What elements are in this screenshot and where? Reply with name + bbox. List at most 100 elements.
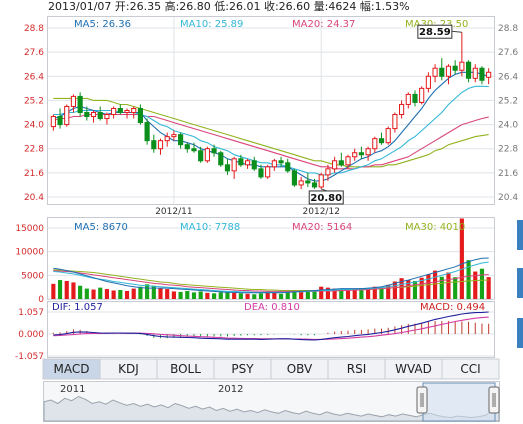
candle-body xyxy=(332,160,338,170)
price-ytick-right: 20.4 xyxy=(498,193,518,203)
volume-bar xyxy=(171,291,176,299)
tab-label: RSI xyxy=(347,362,367,376)
tab-label: CCI xyxy=(460,362,480,376)
candle-body xyxy=(238,158,244,166)
candle-body xyxy=(399,103,405,116)
candle-body xyxy=(218,152,224,166)
candle-body xyxy=(244,160,251,166)
volume-bar xyxy=(118,290,123,299)
candle-body xyxy=(251,160,257,170)
candle-body xyxy=(439,67,445,77)
vol-ytick: 5000 xyxy=(21,271,44,281)
volume-bar xyxy=(232,292,237,299)
volume-bar xyxy=(205,292,210,299)
candle-body xyxy=(151,140,157,150)
price-xtick: 2012/12 xyxy=(303,207,340,217)
candle-body xyxy=(452,65,458,71)
candle-body xyxy=(124,109,130,114)
volume-bar xyxy=(78,285,83,299)
volume-bar xyxy=(379,288,384,299)
volume-bar xyxy=(299,291,304,299)
candle-body xyxy=(278,160,284,164)
volume-bar xyxy=(104,289,110,299)
volume-bar xyxy=(131,288,136,299)
macd-ytick: -1.057 xyxy=(15,352,44,362)
candle-body xyxy=(90,112,97,118)
volume-bar xyxy=(265,292,270,299)
volume-bar xyxy=(185,290,190,299)
price-ytick-left: 22.8 xyxy=(24,145,44,155)
candle-body xyxy=(432,67,438,77)
candle-body xyxy=(445,65,452,77)
tab-label: OBV xyxy=(287,362,313,376)
candle-body xyxy=(486,71,492,78)
macd-legend: DEA: 0.810 xyxy=(244,302,300,313)
candle-body xyxy=(204,148,210,162)
price-ma-legend: MA5: 26.36 xyxy=(74,19,131,30)
candle-body xyxy=(365,148,371,156)
navigator-year-label: 2012 xyxy=(218,384,243,395)
candle-body xyxy=(472,67,478,79)
side-panel-handle-3[interactable] xyxy=(517,318,523,348)
volume-bar xyxy=(412,281,418,299)
navigator-handle-right[interactable] xyxy=(488,386,500,414)
candle-body xyxy=(405,93,411,105)
volume-bar xyxy=(145,284,150,299)
candle-body xyxy=(378,138,385,144)
volume-bar xyxy=(178,291,183,299)
candle-body xyxy=(157,140,164,150)
candle-body xyxy=(385,128,391,144)
price-ytick-left: 25.2 xyxy=(24,96,44,106)
volume-bar xyxy=(158,288,163,299)
price-ytick-left: 24.0 xyxy=(24,121,44,131)
navigator-year-label: 2011 xyxy=(60,384,85,395)
volume-bar xyxy=(453,277,458,299)
volume-bar xyxy=(245,293,250,299)
price-ytick-right: 26.4 xyxy=(498,72,518,82)
volume-bar xyxy=(218,292,223,299)
candle-body xyxy=(131,107,137,113)
candle-body xyxy=(104,114,110,120)
volume-bar xyxy=(98,287,103,299)
candle-body xyxy=(311,182,318,188)
volume-bar xyxy=(211,293,217,299)
volume-bar xyxy=(111,290,116,299)
price-ytick-left: 26.4 xyxy=(24,72,44,82)
candle-body xyxy=(358,152,364,156)
candle-body xyxy=(184,144,190,150)
side-panel-handle[interactable] xyxy=(517,220,523,250)
candle-body xyxy=(345,156,351,166)
price-ytick-right: 21.6 xyxy=(498,169,518,179)
volume-bar xyxy=(272,292,277,299)
candle-body xyxy=(479,67,485,81)
vol-ma-legend: MA20: 5164 xyxy=(292,222,352,233)
candle-body xyxy=(231,158,237,172)
price-ytick-right: 28.8 xyxy=(498,24,518,34)
navigator-window[interactable] xyxy=(422,382,496,422)
macd-ytick: 1.057 xyxy=(18,308,44,318)
price-ytick-right: 22.8 xyxy=(498,145,518,155)
volume-bar xyxy=(305,291,310,299)
volume-bar xyxy=(71,282,76,299)
annotation-label: 20.80 xyxy=(310,193,342,204)
candle-body xyxy=(419,87,425,103)
macd-legend: MACD: 0.494 xyxy=(420,302,485,313)
candle-body xyxy=(325,168,331,176)
candle-body xyxy=(271,160,277,168)
vol-ytick: 10000 xyxy=(15,248,44,258)
price-xtick: 2012/11 xyxy=(155,207,192,217)
candle-body xyxy=(425,75,431,89)
volume-bar xyxy=(84,288,89,299)
stock-chart: MA5: 26.36 MA10: 25.89 MA20: 24.37 MA30: 23… xyxy=(15,16,523,422)
candle-body xyxy=(285,162,291,172)
candle-body xyxy=(372,138,378,150)
side-panel-handle-2[interactable] xyxy=(517,268,523,298)
tab-label: MACD xyxy=(54,362,90,376)
candle-body xyxy=(50,116,56,128)
navigator-handle-left[interactable] xyxy=(416,386,428,414)
volume-bar xyxy=(432,270,438,299)
candle-body xyxy=(84,112,90,118)
volume-bar xyxy=(479,268,485,299)
candle-body xyxy=(97,112,103,120)
price-ytick-right: 24.0 xyxy=(498,121,518,131)
